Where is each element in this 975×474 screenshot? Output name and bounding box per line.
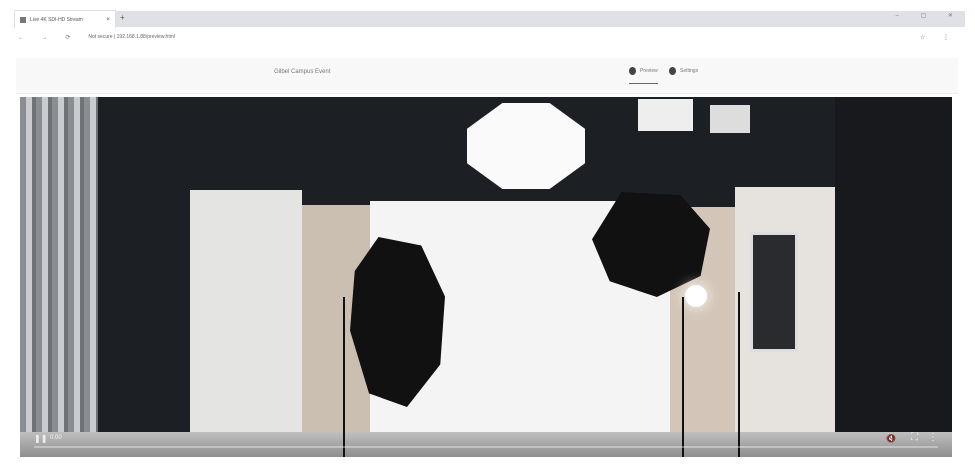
gear-icon <box>669 67 676 75</box>
tab-preview[interactable]: Preview <box>629 67 658 84</box>
more-options-icon[interactable]: ⋮ <box>928 432 938 443</box>
nav-buttons[interactable]: ← → ⟳ <box>18 34 78 41</box>
studio-light <box>685 285 707 307</box>
fullscreen-icon[interactable]: ⛶ <box>911 432 918 443</box>
pause-icon[interactable]: ❚❚ <box>34 434 47 443</box>
progress-bar[interactable] <box>34 446 938 448</box>
window <box>750 232 798 352</box>
player-controls: ❚❚ 0:00 🔇 ⛶ ⋮ <box>20 427 952 457</box>
tabbar-background <box>115 11 965 27</box>
browser-tab[interactable]: Live 4K SDI-HD Stream × <box>14 10 116 28</box>
address-bar: ← → ⟳ Not secure | 192.168.1.88/preview.… <box>0 28 975 46</box>
location-pin-icon <box>629 67 636 75</box>
window-controls[interactable]: – ▢ ✕ <box>896 12 963 19</box>
tab-label: Settings <box>680 68 699 74</box>
light-hood <box>710 105 750 133</box>
url-input[interactable]: Not secure | 192.168.1.88/preview.html <box>88 34 175 40</box>
mute-icon[interactable]: 🔇 <box>886 434 896 443</box>
light-hood <box>638 99 693 131</box>
time-display: 0:00 <box>50 435 62 441</box>
video-player[interactable]: ❚❚ 0:00 🔇 ⛶ ⋮ <box>20 97 952 457</box>
browser-tabstrip: Live 4K SDI-HD Stream × + – ▢ ✕ <box>0 0 975 28</box>
app-header: Gilbel Campus Event Preview Settings <box>16 58 958 94</box>
new-tab-button[interactable]: + <box>120 13 125 22</box>
curtain-left <box>20 97 98 457</box>
wall-left <box>190 190 302 435</box>
close-tab-icon[interactable]: × <box>106 17 110 23</box>
tab-settings[interactable]: Settings <box>669 67 698 75</box>
page-title: Gilbel Campus Event <box>274 69 331 75</box>
tab-label: Preview <box>640 68 658 74</box>
curtain-right <box>835 97 952 457</box>
browser-menu-icons[interactable]: ☆ ⋮ <box>920 34 957 41</box>
tab-title: Live 4K SDI-HD Stream <box>30 16 83 23</box>
octabox-top <box>467 103 585 189</box>
favicon-icon <box>20 16 26 23</box>
